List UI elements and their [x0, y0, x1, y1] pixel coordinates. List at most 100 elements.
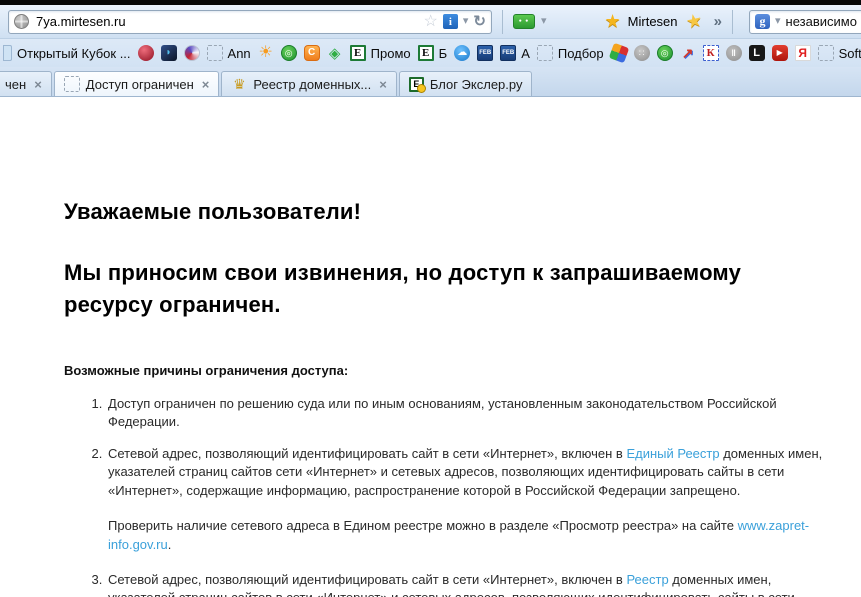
inline-link[interactable]: Единый Реестр [626, 446, 719, 461]
bookmark-item[interactable]: ∷ [634, 45, 650, 61]
missing-favicon-icon [818, 45, 834, 61]
bookmark-item[interactable]: К [703, 45, 719, 61]
reason-item: Сетевой адрес, позволяющий идентифициров… [106, 571, 827, 597]
greeting-heading: Уважаемые пользователи! [64, 199, 827, 225]
bookmark-item[interactable]: ◈ [327, 45, 343, 61]
apology-heading: Мы приносим свои извинения, но доступ к … [64, 257, 824, 321]
text-segment: Проверить наличие сетевого адреса в Един… [108, 518, 738, 533]
l-black-icon: L [749, 45, 765, 61]
reasons-heading: Возможные причины ограничения доступа: [64, 363, 827, 378]
reason-item: Доступ ограничен по решению суда или по … [106, 395, 827, 432]
bookmark-item[interactable]: L [749, 45, 765, 61]
eagle-crest-icon: ♛ [231, 76, 247, 92]
line-chart-icon: ↗ [680, 45, 696, 61]
inline-link[interactable]: Реестр [626, 572, 668, 587]
tab-3[interactable]: ♛ Реестр доменных... × [221, 71, 396, 96]
browser-window: 7ya.mirtesen.ru Mirtesen независимо Откр… [0, 0, 861, 597]
tab-title: Реестр доменных... [253, 77, 371, 92]
bookmark-item[interactable] [611, 45, 627, 61]
sun-icon: ☀ [258, 45, 274, 61]
feb-flag-icon: FEB [477, 45, 493, 61]
feb-flag-icon: FEB [500, 45, 516, 61]
missing-favicon-icon [537, 45, 553, 61]
e-badge-icon: E [350, 45, 366, 61]
navigation-toolbar: 7ya.mirtesen.ru Mirtesen независимо [0, 5, 861, 39]
film-reel-icon: ∷ [634, 45, 650, 61]
tab-1[interactable]: чен × [0, 71, 52, 96]
tab-2[interactable]: Доступ ограничен × [54, 71, 220, 96]
bookmark-label: Ann [228, 46, 251, 61]
bookmark-star-icon[interactable] [424, 14, 438, 30]
bookmark-item[interactable]: E Промо [350, 45, 411, 61]
bookmark-item[interactable]: Подбор [537, 45, 604, 61]
cloud-icon: ☁ [454, 45, 470, 61]
bookmark-item[interactable]: FEB [477, 45, 493, 61]
k-letter-icon: К [703, 45, 719, 61]
address-bar[interactable]: 7ya.mirtesen.ru [8, 10, 492, 34]
bookmark-item[interactable]: ▶ [772, 45, 788, 61]
text-segment: . [168, 537, 172, 552]
chat-bubble-icon: ◗ [161, 45, 177, 61]
site-identity-globe-icon[interactable] [14, 14, 29, 29]
bookmark-item[interactable]: ☀ [258, 45, 274, 61]
imacros-extension-icon[interactable] [443, 14, 458, 29]
orange-app-icon: C [304, 45, 320, 61]
tab-title: Доступ ограничен [86, 77, 194, 92]
google-search-engine-icon[interactable] [755, 14, 770, 29]
bookmark-item[interactable]: ☁ [454, 45, 470, 61]
bookmark-item[interactable] [184, 45, 200, 61]
bookmarks-toolbar: Открытый Кубок ...◗Ann☀◎C◈EПромоEБ☁FEBFE… [0, 39, 861, 67]
tab-close-icon[interactable]: × [202, 78, 210, 91]
pause-icon: ‖ [726, 45, 742, 61]
search-query[interactable]: независимо [786, 14, 857, 29]
bookmark-item[interactable]: EБ [418, 45, 448, 61]
exler-e-icon: E [409, 77, 424, 92]
bookmark-item[interactable]: ◗ [161, 45, 177, 61]
cut-favicon-icon [3, 45, 12, 61]
pinwheel-icon [608, 43, 629, 64]
bookmark-item[interactable]: ↗ [680, 45, 696, 61]
tab-close-icon[interactable]: × [34, 78, 42, 91]
bookmark-item[interactable]: FEB А [500, 45, 530, 61]
e-badge-icon: E [418, 45, 434, 61]
bookmark-item[interactable]: Я [795, 45, 811, 61]
mirtesen-star-icon[interactable] [605, 12, 621, 32]
bookmark-label: Б [439, 46, 448, 61]
bookmark-label: Промо [371, 46, 411, 61]
bookmark-item[interactable] [138, 45, 154, 61]
roboform-caret-icon[interactable] [541, 16, 547, 27]
search-box[interactable]: независимо [749, 10, 861, 34]
tab-4[interactable]: EБлог Экслер.ру [399, 71, 533, 96]
youtube-icon: ▶ [772, 45, 788, 61]
mirtesen-sparkle-star-icon[interactable] [686, 12, 702, 32]
reload-icon[interactable] [473, 14, 486, 29]
address-dropdown-caret-icon[interactable] [463, 16, 469, 27]
tab-title: чен [5, 77, 26, 92]
text-segment: Сетевой адрес, позволяющий идентифициров… [108, 446, 626, 461]
bookmark-item[interactable]: Открытый Кубок ... [7, 45, 131, 61]
url-text[interactable]: 7ya.mirtesen.ru [36, 14, 419, 29]
roboform-icon[interactable] [513, 14, 535, 29]
bookmark-label: Открытый Кубок ... [17, 46, 131, 61]
bookmark-label: Подбор [558, 46, 604, 61]
green-power-icon: ◎ [281, 45, 297, 61]
bookmark-item[interactable]: Ann [207, 45, 251, 61]
bookmark-item[interactable]: ◎ [281, 45, 297, 61]
bookmark-item[interactable]: C [304, 45, 320, 61]
mirtesen-button[interactable]: Mirtesen [628, 14, 678, 29]
missing-favicon-icon [64, 76, 80, 92]
reason-item: Сетевой адрес, позволяющий идентифициров… [106, 445, 827, 554]
toolbar-separator [502, 10, 503, 34]
overflow-chevron-icon[interactable] [714, 13, 722, 31]
bookmark-item[interactable]: ‖ [726, 45, 742, 61]
green-power-icon: ◎ [657, 45, 673, 61]
text-segment: Доступ ограничен по решению суда или по … [108, 396, 777, 429]
search-engine-caret-icon[interactable] [775, 16, 781, 27]
tab-close-icon[interactable]: × [379, 78, 387, 91]
bookmark-item[interactable]: Soft [818, 45, 861, 61]
red-orb-icon [138, 45, 154, 61]
bookmark-item[interactable]: ◎ [657, 45, 673, 61]
toolbar-separator [732, 10, 733, 34]
bookmark-label: А [521, 46, 530, 61]
bookmark-label: Soft [839, 46, 861, 61]
